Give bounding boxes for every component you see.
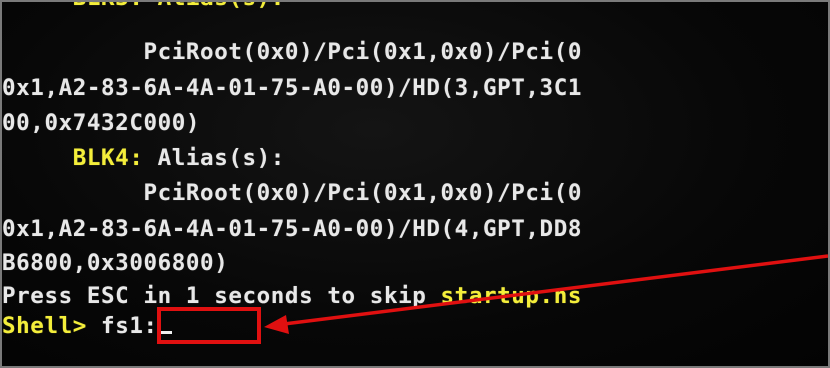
terminal-line-blk3-pciroot: PciRoot(0x0)/Pci(0x1,0x0)/Pci(0 — [2, 39, 582, 65]
terminal-line-blk4-size: B6800,0x3006800) — [2, 250, 229, 276]
startup-script-name: startup.ns — [440, 283, 582, 309]
blk4-label: BLK4: — [2, 145, 144, 171]
terminal-line-blk4-pciroot: PciRoot(0x0)/Pci(0x1,0x0)/Pci(0 — [2, 180, 582, 206]
shell-prompt-label: Shell> — [2, 313, 87, 339]
annotation-highlight-box — [157, 307, 261, 344]
terminal-line-blk3-alias: BLK3: Alias(s): — [2, 2, 285, 21]
terminal-line-blk4-alias: BLK4: Alias(s): — [2, 145, 285, 181]
terminal-line-blk3-hd: 0x1,A2-83-6A-4A-01-75-A0-00)/HD(3,GPT,3C… — [2, 75, 582, 101]
startup-message-text: Press ESC in 1 seconds to skip — [2, 283, 441, 309]
terminal-line-blk4-hd: 0x1,A2-83-6A-4A-01-75-A0-00)/HD(4,GPT,DD… — [2, 216, 582, 242]
shell-prompt-line[interactable]: Shell> fs1: — [2, 313, 172, 349]
alias-label: Alias(s): — [143, 145, 285, 171]
screenshot-frame: BLK3: Alias(s): PciRoot(0x0)/Pci(0x1,0x0… — [0, 0, 830, 368]
uefi-shell-screen: BLK3: Alias(s): PciRoot(0x0)/Pci(0x1,0x0… — [2, 2, 828, 366]
terminal-line-blk3-size: 00,0x7432C000) — [2, 110, 201, 136]
shell-command-input[interactable]: fs1: — [101, 313, 158, 339]
